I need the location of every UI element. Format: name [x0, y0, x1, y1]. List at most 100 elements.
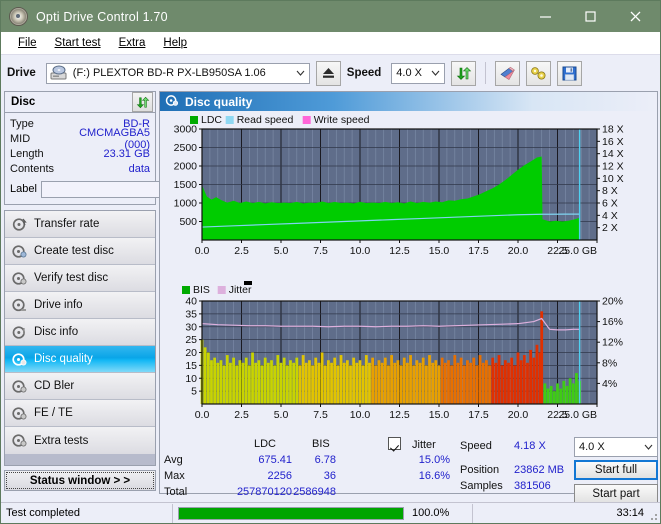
speed-label: Speed [346, 67, 382, 79]
close-icon[interactable] [613, 1, 658, 32]
svg-text:3000: 3000 [174, 124, 198, 136]
status-progress-cell: 100.0% [173, 503, 473, 523]
svg-text:1000: 1000 [174, 198, 198, 210]
svg-text:12.5: 12.5 [389, 245, 410, 257]
panel-header: Disc quality [160, 92, 657, 111]
svg-text:5.0: 5.0 [274, 245, 289, 257]
disc-row-contents: Contents data [10, 161, 150, 176]
svg-text:40: 40 [185, 296, 197, 308]
svg-text:500: 500 [179, 216, 197, 228]
start-full-button[interactable]: Start full [574, 460, 658, 480]
stats-avg-bis: 6.78 [314, 454, 336, 466]
disc-contents-key: Contents [10, 162, 55, 175]
tools-button[interactable] [526, 60, 552, 86]
sidebar-item-label: Disc quality [34, 353, 93, 365]
minimize-icon[interactable] [523, 1, 568, 32]
svg-text:20: 20 [185, 347, 197, 359]
svg-text:2500: 2500 [174, 142, 198, 154]
svg-text:17.5: 17.5 [468, 245, 489, 257]
sidebar-item-label: Transfer rate [34, 218, 100, 230]
stats-row-total-key: Total [164, 486, 188, 498]
disc-info-group: Disc Type BD-R MID CMCMAGBA5 (000) Lengt… [4, 91, 245, 205]
start-full-label: Start full [594, 464, 638, 476]
disc-group-body: Type BD-R MID CMCMAGBA5 (000) Length 23.… [5, 113, 245, 204]
svg-text:BIS: BIS [193, 284, 210, 296]
speed-readout-key: Speed [460, 440, 492, 452]
svg-text:20%: 20% [602, 296, 623, 308]
svg-text:12%: 12% [602, 337, 623, 349]
jitter-checkbox-box [388, 437, 401, 450]
save-button[interactable] [557, 60, 583, 86]
disc-group-title: Disc [11, 96, 36, 108]
menu-item-extra[interactable]: Extra [110, 35, 155, 51]
disc-test-icon [12, 244, 27, 259]
svg-text:15: 15 [185, 360, 197, 372]
menu-item-start-test[interactable]: Start test [46, 35, 110, 51]
sidebar-item-disc-info[interactable]: Disc info [5, 319, 155, 346]
svg-text:17.5: 17.5 [468, 409, 489, 421]
disc-test-icon [12, 433, 27, 448]
sidebar-item-drive-info[interactable]: Drive info [5, 292, 155, 319]
page-title: Disc quality [185, 94, 253, 109]
sidebar-item-fe-te[interactable]: FE / TE [5, 400, 155, 427]
stats-area: LDC BIS Avg 675.41 6.78 Max 2256 36 Tota… [160, 434, 658, 504]
svg-text:Write speed: Write speed [314, 114, 370, 126]
sidebar-item-disc-quality[interactable]: Disc quality [5, 346, 155, 373]
sidebar-item-label: Disc info [34, 326, 79, 338]
speed-select[interactable]: 4.0 X [391, 62, 446, 84]
svg-text:14 X: 14 X [602, 148, 624, 160]
disc-row-length: Length 23.31 GB [10, 146, 150, 161]
content-panel-wrap: Disc quality LDC Read speed Write speed 500… [159, 91, 660, 504]
chevron-down-icon [292, 64, 309, 83]
progress-bar [178, 506, 404, 520]
status-message: Test completed [6, 507, 80, 519]
menu-item-file[interactable]: File [9, 35, 46, 51]
svg-text:10 X: 10 X [602, 173, 624, 185]
sidebar-filler [5, 454, 155, 465]
status-window-button[interactable]: Status window > > [4, 470, 156, 491]
refresh-button[interactable] [451, 60, 477, 86]
bis-chart-svg: BIS Jitter 510152025303540 4% 8% 12% 16% 20% 0.0… [182, 281, 623, 421]
stats-max-bis: 36 [323, 470, 336, 482]
start-part-button[interactable]: Start part [574, 484, 658, 504]
sidebar-item-label: CD Bler [34, 380, 75, 392]
svg-text:Read speed: Read speed [237, 114, 294, 126]
sidebar-item-extra-tests[interactable]: Extra tests [5, 427, 155, 454]
ldc-chart-svg: LDC Read speed Write speed 500 1000 1500 2000 2… [174, 114, 624, 257]
elapsed-time: 33:14 [616, 507, 644, 519]
erase-button[interactable] [495, 60, 521, 86]
svg-text:16 X: 16 X [602, 136, 624, 148]
samples-value: 381506 [514, 480, 551, 492]
eject-button[interactable] [315, 60, 341, 86]
sidebar: Disc Type BD-R MID CMCMAGBA5 (000) Lengt… [1, 91, 245, 496]
svg-text:8 X: 8 X [602, 185, 618, 197]
maximize-icon[interactable] [568, 1, 613, 32]
drive-select[interactable]: (F:) PLEXTOR BD-R PX-LB950SA 1.06 [45, 62, 310, 84]
disc-type-key: Type [10, 117, 34, 130]
test-speed-select[interactable]: 4.0 X [574, 437, 658, 457]
sidebar-item-create-test-disc[interactable]: Create test disc [5, 238, 155, 265]
progress-percent: 100.0% [412, 507, 450, 519]
stats-avg-ldc: 675.41 [258, 454, 292, 466]
svg-text:25: 25 [185, 334, 197, 346]
svg-text:10.0: 10.0 [350, 409, 371, 421]
sidebar-item-verify-test-disc[interactable]: Verify test disc [5, 265, 155, 292]
svg-text:16%: 16% [602, 316, 623, 328]
sidebar-item-transfer-rate[interactable]: Transfer rate [5, 211, 155, 238]
title-bar: Opti Drive Control 1.70 [1, 1, 660, 32]
disc-quality-panel: Disc quality LDC Read speed Write speed 500… [159, 91, 658, 504]
sidebar-item-cd-bler[interactable]: CD Bler [5, 373, 155, 400]
svg-text:18 X: 18 X [602, 124, 624, 136]
svg-text:6 X: 6 X [602, 198, 618, 210]
svg-text:15.0: 15.0 [429, 245, 450, 257]
resize-grip[interactable] [648, 511, 658, 521]
disc-quality-icon [12, 352, 27, 367]
svg-text:7.5: 7.5 [313, 409, 328, 421]
svg-text:8%: 8% [602, 357, 617, 369]
jitter-checkbox[interactable] [388, 437, 401, 450]
chevron-down-icon [640, 438, 657, 457]
drive-select-value: (F:) PLEXTOR BD-R PX-LB950SA 1.06 [72, 67, 266, 79]
samples-key: Samples [460, 480, 503, 492]
menu-item-help[interactable]: Help [154, 35, 196, 51]
disc-refresh-button[interactable] [132, 92, 153, 112]
